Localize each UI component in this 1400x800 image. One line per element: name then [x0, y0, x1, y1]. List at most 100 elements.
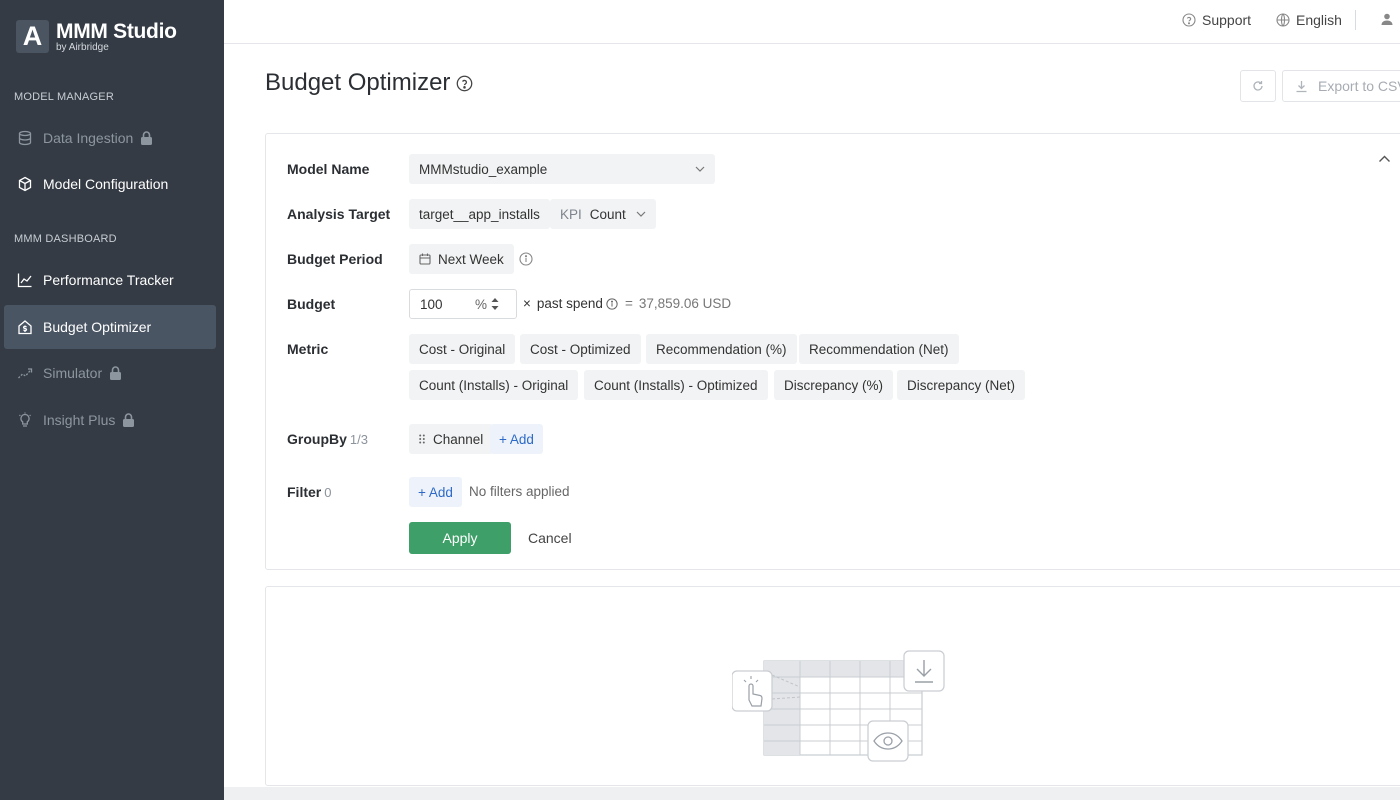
cancel-button[interactable]: Cancel — [528, 530, 572, 546]
metric-chip[interactable]: Discrepancy (%) — [774, 370, 894, 400]
info-icon[interactable] — [606, 297, 618, 310]
sidebar-item-label: Insight Plus — [43, 412, 116, 428]
main-content: Budget Optimizer Export to CSV Model Nam… — [224, 44, 1400, 800]
groupby-label: GroupBy 1/3 — [287, 431, 368, 447]
filter-label-text: Filter — [287, 484, 322, 500]
lock-icon — [109, 366, 122, 380]
kpi-prefix: KPI — [560, 206, 582, 222]
chevron-down-icon — [636, 211, 646, 217]
lock-icon — [122, 413, 135, 427]
page-title-text: Budget Optimizer — [265, 69, 451, 96]
analysis-target-chip[interactable]: target__app_installs — [409, 199, 550, 229]
globe-icon — [1276, 13, 1290, 27]
sidebar-item-label: Simulator — [43, 365, 103, 381]
metric-chip[interactable]: Recommendation (Net) — [799, 334, 959, 364]
lock-icon — [140, 131, 153, 145]
section-model-manager: MODEL MANAGER — [14, 91, 114, 103]
user-menu[interactable] — [1380, 12, 1400, 26]
budget-unit: % — [475, 296, 488, 312]
eye-icon — [867, 720, 909, 762]
brand-logo[interactable]: A MMM Studio by Airbridge — [16, 20, 177, 53]
analysis-target-label: Analysis Target — [287, 206, 391, 222]
budget-label: Budget — [287, 296, 336, 312]
model-name-value: MMMstudio_example — [419, 161, 548, 177]
user-icon — [1381, 13, 1393, 25]
line-chart-icon — [17, 272, 33, 288]
section-mmm-dashboard: MMM DASHBOARD — [14, 233, 117, 245]
download-icon — [1296, 80, 1307, 92]
sidebar: A MMM Studio by Airbridge MODEL MANAGER … — [0, 0, 224, 800]
metric-label: Metric — [287, 341, 329, 357]
kpi-value: Count — [589, 206, 626, 222]
calendar-icon — [419, 253, 431, 265]
stepper-icon[interactable] — [490, 296, 500, 312]
export-label: Export to CSV — [1318, 78, 1400, 94]
budget-result: 37,859.06 USD — [638, 296, 732, 311]
support-link[interactable]: Support — [1182, 12, 1251, 28]
sidebar-item-data-ingestion[interactable]: Data Ingestion — [4, 116, 216, 160]
groupby-chip-channel[interactable]: Channel — [409, 424, 494, 454]
lightbulb-icon — [17, 412, 33, 428]
sidebar-item-budget-optimizer[interactable]: Budget Optimizer — [4, 305, 216, 349]
budget-period-value: Next Week — [438, 251, 504, 267]
top-bar: Support English — [224, 0, 1400, 44]
apply-button[interactable]: Apply — [409, 522, 511, 554]
budget-input[interactable]: 100 % — [409, 289, 517, 319]
kpi-select[interactable]: KPI Count — [550, 199, 656, 229]
sidebar-item-simulator[interactable]: Simulator — [4, 351, 216, 395]
result-panel — [265, 586, 1400, 786]
groupby-item-label: Channel — [433, 431, 484, 447]
budget-period-label: Budget Period — [287, 251, 383, 267]
sidebar-item-label: Budget Optimizer — [43, 319, 152, 335]
no-filters-text: No filters applied — [469, 484, 570, 499]
trend-icon — [17, 365, 33, 381]
sidebar-item-performance-tracker[interactable]: Performance Tracker — [4, 258, 216, 302]
brand-subtitle: by Airbridge — [56, 41, 109, 53]
pointer-icon — [732, 670, 773, 712]
metric-chip[interactable]: Cost - Original — [409, 334, 516, 364]
help-circle-icon[interactable] — [456, 75, 473, 92]
add-groupby-button[interactable]: + Add — [490, 424, 543, 454]
times-sign: × — [523, 296, 531, 311]
page-title: Budget Optimizer — [265, 69, 473, 97]
filter-label: Filter 0 — [287, 484, 331, 500]
support-label: Support — [1202, 12, 1252, 28]
budget-period-picker[interactable]: Next Week — [409, 244, 514, 274]
language-label: English — [1296, 12, 1342, 28]
add-filter-button[interactable]: + Add — [409, 477, 462, 507]
refresh-button[interactable] — [1240, 70, 1276, 102]
groupby-count: 1/3 — [349, 432, 368, 447]
collapse-button[interactable] — [1378, 150, 1391, 168]
empty-table-illustration — [732, 650, 945, 762]
equals-sign: = — [624, 296, 633, 311]
model-name-label: Model Name — [287, 161, 370, 177]
metric-chip[interactable]: Discrepancy (Net) — [897, 370, 1026, 400]
model-name-select[interactable]: MMMstudio_example — [409, 154, 715, 184]
sidebar-item-label: Model Configuration — [43, 176, 169, 192]
brand-title: MMM Studio — [56, 19, 177, 43]
metric-chip[interactable]: Cost - Optimized — [520, 334, 641, 364]
top-divider — [1355, 10, 1356, 30]
language-selector[interactable]: English — [1276, 12, 1342, 28]
help-circle-icon — [1182, 13, 1196, 27]
sidebar-item-insight-plus[interactable]: Insight Plus — [4, 398, 216, 442]
sidebar-item-model-configuration[interactable]: Model Configuration — [4, 162, 216, 206]
chevron-up-icon — [1379, 155, 1390, 162]
budget-expression: × past spend = 37,859.06 USD — [523, 296, 731, 311]
footer-strip — [224, 787, 1400, 800]
budget-value: 100 — [420, 296, 443, 312]
sidebar-item-label: Data Ingestion — [43, 130, 134, 146]
home-dollar-icon — [17, 319, 33, 335]
export-csv-button[interactable]: Export to CSV — [1282, 70, 1400, 102]
database-icon — [17, 130, 33, 146]
filter-count: 0 — [324, 485, 332, 500]
chevron-down-icon — [695, 166, 705, 172]
download-icon — [903, 650, 945, 692]
metric-chip[interactable]: Recommendation (%) — [646, 334, 797, 364]
drag-handle-icon[interactable] — [419, 434, 425, 444]
info-icon[interactable] — [519, 252, 533, 266]
metric-chip[interactable]: Count (Installs) - Original — [409, 370, 579, 400]
optimizer-config-panel: Model Name MMMstudio_example Analysis Ta… — [265, 133, 1400, 570]
cube-icon — [17, 176, 33, 192]
metric-chip[interactable]: Count (Installs) - Optimized — [584, 370, 768, 400]
